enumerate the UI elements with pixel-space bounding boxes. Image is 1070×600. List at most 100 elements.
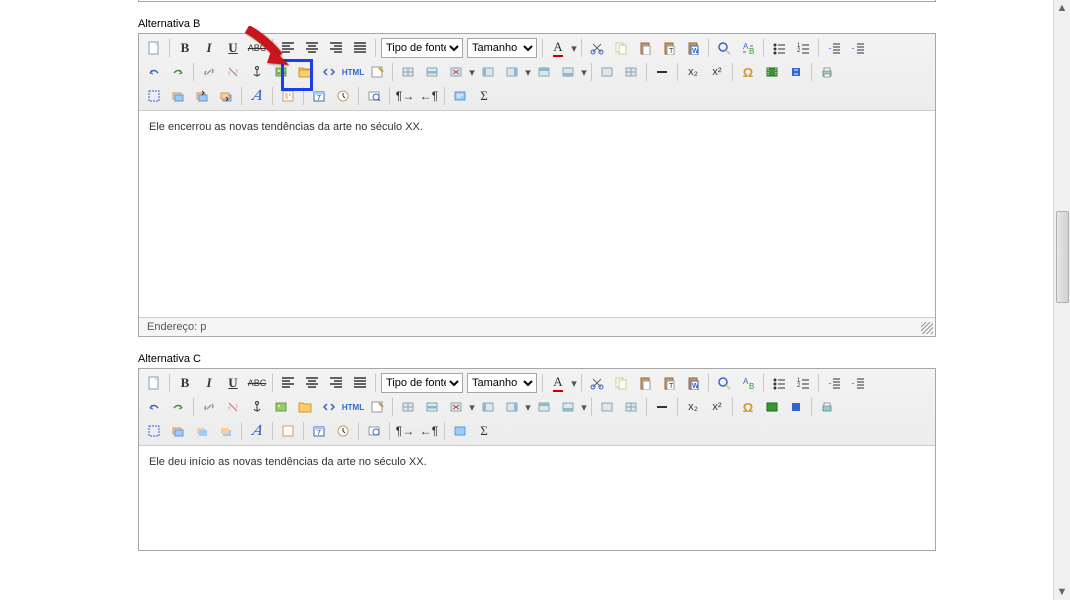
special-char-button[interactable]: Ω (737, 396, 759, 418)
table-merge-button[interactable] (596, 61, 618, 83)
table-row-dropdown[interactable]: ▾ (524, 62, 532, 82)
scroll-down-icon[interactable]: ▼ (1054, 584, 1070, 600)
cite-button[interactable] (449, 85, 471, 107)
code-button[interactable] (318, 396, 340, 418)
date-button[interactable]: 7 (308, 420, 330, 442)
font-family-select[interactable]: Tipo de fonte (381, 38, 463, 58)
redo-button[interactable] (167, 61, 189, 83)
table-row-before-button[interactable] (533, 396, 555, 418)
table-col-before-button[interactable] (477, 396, 499, 418)
editor-c-content[interactable]: Ele deu início as novas tendências da ar… (139, 446, 935, 550)
resize-handle-icon[interactable] (921, 322, 933, 334)
scroll-up-icon[interactable]: ▲ (1054, 0, 1070, 16)
superscript-button[interactable]: x² (706, 61, 728, 83)
text-color-dropdown[interactable]: ▾ (570, 373, 578, 393)
vertical-scrollbar[interactable]: ▲ ▼ (1053, 0, 1070, 600)
underline-button[interactable]: U (222, 37, 244, 59)
newdoc-icon[interactable] (143, 372, 165, 394)
preview-button[interactable] (363, 420, 385, 442)
layer-insert-button[interactable] (167, 420, 189, 442)
template-button[interactable] (277, 420, 299, 442)
table-delete-button[interactable] (445, 396, 467, 418)
outdent-button[interactable] (823, 372, 845, 394)
paste-word-button[interactable]: W (682, 37, 704, 59)
bullet-list-button[interactable] (768, 372, 790, 394)
flash-button[interactable] (785, 61, 807, 83)
strikethrough-button[interactable]: ABC (246, 37, 268, 59)
align-right-button[interactable] (325, 372, 347, 394)
table-col-dropdown[interactable]: ▾ (468, 62, 476, 82)
unlink-button[interactable] (222, 61, 244, 83)
link-button[interactable] (198, 61, 220, 83)
print-button[interactable] (816, 61, 838, 83)
strikethrough-button[interactable]: ABC (246, 372, 268, 394)
print-button[interactable] (816, 396, 838, 418)
find-button[interactable] (713, 372, 735, 394)
paste-word-button[interactable]: W (682, 372, 704, 394)
align-left-button[interactable] (277, 372, 299, 394)
italic-button[interactable]: I (198, 37, 220, 59)
font-family-select[interactable]: Tipo de fonte (381, 373, 463, 393)
subscript-button[interactable]: x₂ (682, 396, 704, 418)
redo-button[interactable] (167, 396, 189, 418)
table-insert-button[interactable] (397, 61, 419, 83)
table-row-dropdown[interactable]: ▾ (524, 397, 532, 417)
outdent-button[interactable] (823, 37, 845, 59)
cite-button[interactable] (449, 420, 471, 442)
date-button[interactable]: 7 (308, 85, 330, 107)
replace-button[interactable]: AB (737, 372, 759, 394)
cleanup-button[interactable] (366, 396, 388, 418)
time-button[interactable] (332, 420, 354, 442)
align-right-button[interactable] (325, 37, 347, 59)
newdoc-icon[interactable] (143, 37, 165, 59)
font-size-select[interactable]: Tamanho (467, 373, 537, 393)
layer-backward-button[interactable] (215, 85, 237, 107)
anchor-button[interactable] (246, 396, 268, 418)
ltr-button[interactable]: ¶→ (394, 420, 416, 442)
table-col-dropdown[interactable]: ▾ (468, 397, 476, 417)
table-col-after-button[interactable] (501, 61, 523, 83)
styles-button[interactable]: 𝐴 (246, 85, 268, 107)
layer-forward-button[interactable] (191, 420, 213, 442)
text-color-button[interactable]: A (547, 372, 569, 394)
superscript-button[interactable]: x² (706, 396, 728, 418)
align-left-button[interactable] (277, 37, 299, 59)
cut-button[interactable] (586, 37, 608, 59)
table-row-before-button[interactable] (533, 61, 555, 83)
align-center-button[interactable] (301, 372, 323, 394)
ltr-button[interactable]: ¶→ (394, 85, 416, 107)
cleanup-button[interactable] (366, 61, 388, 83)
layer-forward-button[interactable] (191, 85, 213, 107)
table-insert-button[interactable] (397, 396, 419, 418)
undo-button[interactable] (143, 396, 165, 418)
anchor-button[interactable] (246, 61, 268, 83)
rtl-button[interactable]: ←¶ (418, 420, 440, 442)
layer-backward-button[interactable] (215, 420, 237, 442)
file-browser-button[interactable] (294, 61, 316, 83)
font-size-select[interactable]: Tamanho (467, 38, 537, 58)
table-split-button[interactable] (620, 61, 642, 83)
file-browser-button[interactable] (294, 396, 316, 418)
hr-button[interactable] (651, 61, 673, 83)
subscript-button[interactable]: x₂ (682, 61, 704, 83)
fullscreen-button[interactable] (143, 420, 165, 442)
html-button[interactable]: HTML (342, 396, 364, 418)
bold-button[interactable]: B (174, 372, 196, 394)
align-center-button[interactable] (301, 37, 323, 59)
media-button[interactable] (761, 396, 783, 418)
text-color-button[interactable]: A (547, 37, 569, 59)
flash-button[interactable] (785, 396, 807, 418)
italic-button[interactable]: I (198, 372, 220, 394)
fullscreen-button[interactable] (143, 85, 165, 107)
underline-button[interactable]: U (222, 372, 244, 394)
replace-button[interactable]: AB (737, 37, 759, 59)
bullet-list-button[interactable] (768, 37, 790, 59)
hr-button[interactable] (651, 396, 673, 418)
table-cell-dropdown[interactable]: ▾ (580, 397, 588, 417)
bold-button[interactable]: B (174, 37, 196, 59)
cut-button[interactable] (586, 372, 608, 394)
image-button[interactable] (270, 396, 292, 418)
table-row-after-button[interactable] (557, 61, 579, 83)
editor-b-content[interactable]: Ele encerrou as novas tendências da arte… (139, 111, 935, 317)
indent-button[interactable] (847, 37, 869, 59)
